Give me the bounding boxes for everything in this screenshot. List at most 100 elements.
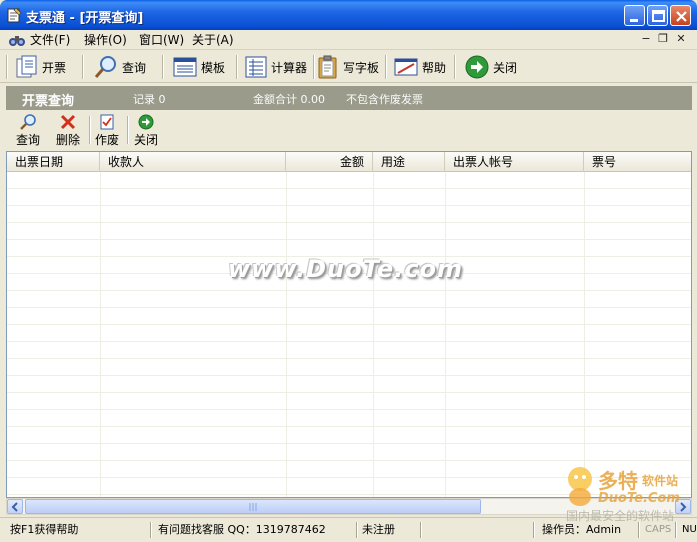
column-header-purpose[interactable]: 用途 [373, 152, 445, 172]
mdi-minimize-button[interactable]: − [639, 32, 653, 46]
template-icon [173, 57, 197, 77]
duote-logo: 多特 软件站 DuoTe.Com 国内最安全的软件站 [562, 463, 694, 523]
void-button[interactable]: 作废 [89, 112, 125, 148]
query-toolbar: 查询 删除 作废 关闭 [6, 110, 692, 150]
column-divider [286, 172, 287, 497]
toolbar-template-label: 模板 [201, 60, 226, 75]
toolbar-help-button[interactable]: 帮助 [394, 53, 446, 81]
close-icon [676, 11, 687, 22]
chevron-left-icon [11, 502, 18, 512]
table-row[interactable] [7, 359, 691, 376]
minimize-icon [630, 19, 638, 22]
mdi-close-button[interactable]: ✕ [674, 32, 688, 46]
notepad-app-icon [7, 7, 22, 23]
help-icon [394, 58, 418, 76]
column-header-amount[interactable]: 金额 [286, 152, 373, 172]
status-num: NUM [682, 524, 697, 535]
toolbar-help-label: 帮助 [422, 60, 447, 75]
toolbar-notepad-button[interactable]: 写字板 [317, 53, 379, 81]
status-separator [533, 522, 535, 538]
exit-arrow-icon [138, 114, 154, 130]
table-header: 出票日期 收款人 金额 用途 出票人帐号 票号 [7, 152, 691, 172]
void-document-icon [100, 114, 114, 130]
table-row[interactable] [7, 393, 691, 410]
query-button-label: 查询 [15, 133, 40, 147]
status-separator [675, 522, 677, 538]
brand-url: DuoTe.Com [598, 491, 680, 506]
close-window-button[interactable] [670, 5, 691, 26]
toolbar-separator [385, 55, 387, 79]
toolbar-issue-button[interactable]: 开票 [16, 53, 66, 81]
exit-arrow-icon [465, 55, 489, 79]
menu-file[interactable]: 文件(F) [30, 32, 70, 48]
table-row[interactable] [7, 325, 691, 342]
invoice-table[interactable]: 出票日期 收款人 金额 用途 出票人帐号 票号 [6, 151, 692, 498]
scroll-thumb[interactable] [25, 499, 481, 514]
toolbar-close-label: 关闭 [493, 60, 518, 75]
table-row[interactable] [7, 444, 691, 461]
toolbar-query-button[interactable]: 查询 [94, 53, 146, 81]
column-divider [584, 172, 585, 497]
table-row[interactable] [7, 308, 691, 325]
amount-total: 金额合计 0.00 [253, 93, 325, 106]
query-button[interactable]: 查询 [10, 112, 46, 148]
toolbar-separator [162, 55, 164, 79]
window-title: 支票通 - [开票查询] [26, 11, 144, 26]
maximize-icon [652, 10, 665, 22]
void-note: 不包含作废发票 [346, 93, 423, 106]
column-divider [373, 172, 374, 497]
title-bar[interactable]: 支票通 - [开票查询] [0, 0, 697, 30]
table-row[interactable] [7, 172, 691, 189]
status-help-text: 按F1获得帮助 [10, 523, 79, 536]
status-support-text: 有问题找客服 QQ：1319787462 [158, 523, 326, 536]
void-button-label: 作废 [94, 133, 119, 147]
query-header: 开票查询 记录 0 金额合计 0.00 不包含作废发票 [6, 86, 692, 110]
status-separator [638, 522, 640, 538]
column-header-payee[interactable]: 收款人 [100, 152, 286, 172]
minimize-button[interactable] [624, 5, 645, 26]
table-row[interactable] [7, 189, 691, 206]
toolbar-separator [82, 55, 84, 79]
magnifier-icon [20, 114, 36, 130]
table-row[interactable] [7, 291, 691, 308]
toolbar-issue-label: 开票 [42, 60, 67, 75]
toolbar-template-button[interactable]: 模板 [173, 53, 225, 81]
column-divider [445, 172, 446, 497]
main-toolbar: 开票 查询 模板 计算器 写字板 帮助 关闭 [0, 51, 697, 83]
close-button[interactable]: 关闭 [128, 112, 164, 148]
toolbar-calculator-button[interactable]: 计算器 [245, 53, 307, 81]
scroll-left-button[interactable] [7, 499, 23, 514]
table-row[interactable] [7, 342, 691, 359]
mdi-restore-button[interactable]: ❐ [656, 32, 670, 46]
toolbar-notepad-label: 写字板 [343, 60, 380, 75]
delete-button[interactable]: 删除 [50, 112, 86, 148]
column-header-check-number[interactable]: 票号 [584, 152, 691, 172]
table-row[interactable] [7, 223, 691, 240]
calculator-icon [245, 56, 267, 78]
status-separator [150, 522, 152, 538]
toolbar-close-button[interactable]: 关闭 [465, 53, 517, 81]
brand-name: 多特 [598, 469, 638, 493]
table-row[interactable] [7, 206, 691, 223]
table-row[interactable] [7, 376, 691, 393]
document-icon [16, 55, 37, 78]
table-row[interactable] [7, 427, 691, 444]
toolbar-calculator-label: 计算器 [271, 60, 308, 75]
status-separator [420, 522, 422, 538]
column-header-date[interactable]: 出票日期 [7, 152, 100, 172]
status-registration: 未注册 [362, 523, 395, 536]
menu-window[interactable]: 窗口(W) [139, 32, 184, 48]
clipboard-icon [318, 55, 337, 79]
watermark-text: www.DuoTe.com [228, 255, 463, 283]
column-divider [100, 172, 101, 497]
binoculars-icon [9, 36, 25, 46]
toolbar-grip [6, 55, 8, 79]
menu-about[interactable]: 关于(A) [192, 32, 234, 48]
magnifier-icon [94, 56, 116, 78]
mascot-icon [568, 467, 592, 506]
table-row[interactable] [7, 410, 691, 427]
menu-operation[interactable]: 操作(O) [84, 32, 127, 48]
maximize-button[interactable] [647, 5, 668, 26]
column-header-account[interactable]: 出票人帐号 [445, 152, 584, 172]
toolbar-query-label: 查询 [122, 60, 147, 75]
